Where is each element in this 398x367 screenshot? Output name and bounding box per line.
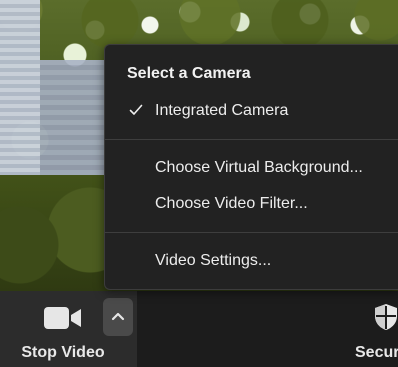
camera-menu: Select a Camera Integrated Camera Choose… [104,44,398,290]
stop-video-group: Stop Video [0,291,137,367]
choose-virtual-background-item[interactable]: Choose Virtual Background... [105,151,398,185]
check-icon [129,104,143,115]
choose-video-filter-item[interactable]: Choose Video Filter... [105,187,398,221]
camera-menu-heading: Select a Camera [127,65,251,82]
camera-option-integrated[interactable]: Integrated Camera [105,94,398,128]
video-options-button[interactable] [103,298,133,336]
stop-video-label: Stop Video [21,344,105,361]
security-button[interactable]: Security [350,291,398,367]
security-label: Security [355,344,398,361]
app-window: Stop Video Security Select a Camera [0,0,398,367]
camera-option-label: Integrated Camera [155,102,289,119]
stop-video-button[interactable]: Stop Video [0,291,105,367]
video-settings-label: Video Settings... [155,252,272,269]
meeting-toolbar: Stop Video Security [0,291,398,367]
camera-icon [44,307,81,329]
menu-divider [105,139,398,140]
chevron-up-icon [111,312,125,321]
menu-divider [105,232,398,233]
choose-video-filter-label: Choose Video Filter... [155,195,308,212]
shield-icon [375,304,397,330]
video-settings-item[interactable]: Video Settings... [105,244,398,278]
choose-virtual-background-label: Choose Virtual Background... [155,159,363,176]
